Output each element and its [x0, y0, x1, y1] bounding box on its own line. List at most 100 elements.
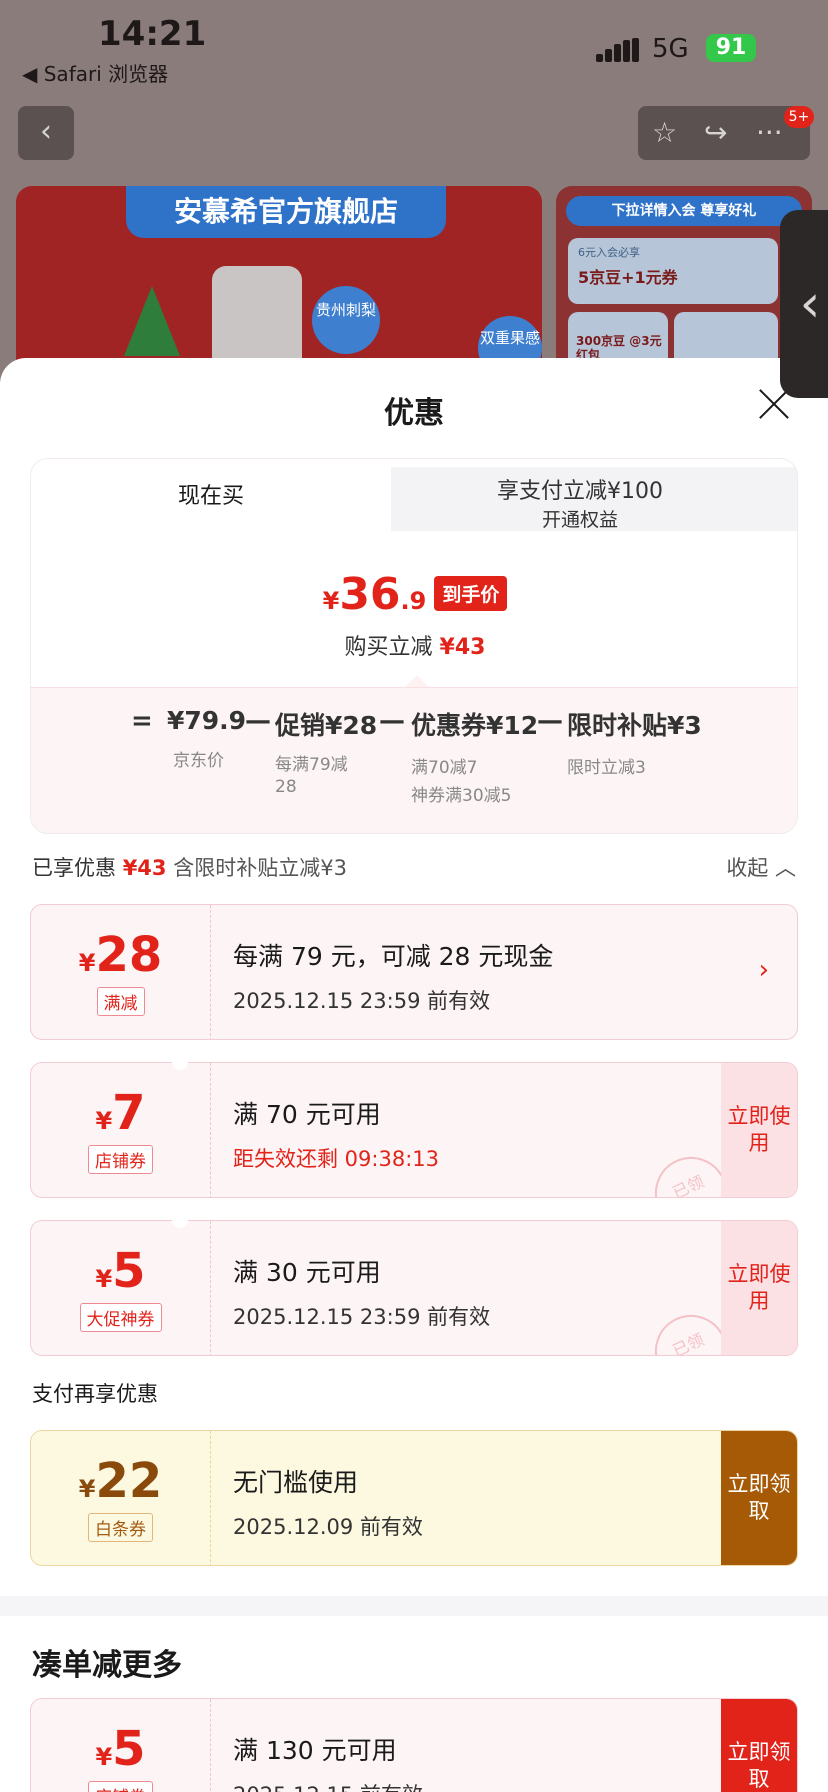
coupon-condition: 满 70 元可用	[233, 1100, 381, 1129]
coupon-info: 满 130 元可用 2025.12.15 前有效	[233, 1731, 423, 1792]
claim-now-button[interactable]: 立即领取	[721, 1431, 797, 1565]
coupon-validity: 2025.12.15 前有效	[233, 1779, 423, 1792]
coupon-amount-area: ¥7 店铺券	[31, 1063, 211, 1197]
flavor-tag: 贵州刺梨	[312, 286, 380, 354]
member-card: 6元入会必享 5京豆+1元券	[568, 238, 778, 304]
member-card-text: 5京豆+1元券	[578, 268, 678, 287]
price-breakdown: = ¥79.9 京东价 — 促销¥28 每满79减 28 — 优惠券¥12 满7…	[31, 687, 797, 833]
back-to-safari-link[interactable]: ◀ Safari 浏览器	[22, 58, 168, 87]
reduction-value: ¥43	[439, 635, 486, 660]
coupon-store[interactable]: ¥7 店铺券 满 70 元可用 距失效还剩 09:38:13 已领 立即使用	[30, 1062, 798, 1198]
tab-buy-now[interactable]: 现在买	[31, 459, 391, 531]
breakdown-sub: 京东价	[173, 751, 224, 771]
breakdown-sub-line: 每满79减	[275, 755, 348, 775]
coupon-notch	[172, 1054, 188, 1070]
breakdown-op: —	[379, 706, 405, 736]
coupon-kind: 白条券	[88, 1513, 153, 1542]
coupon-full-reduction[interactable]: ¥28 满减 每满 79 元，可减 28 元现金 2025.12.15 23:5…	[30, 904, 798, 1040]
coupon-kind: 店铺券	[88, 1145, 153, 1174]
coupon-amount-area: ¥5 店铺券	[31, 1699, 211, 1792]
breakdown-sub-line: 28	[275, 777, 297, 797]
breakdown-sub-line: 神券满30减5	[411, 786, 512, 806]
breakdown-item-coupon: 优惠券¥12 满70减7 神券满30减5	[411, 706, 538, 810]
side-handle-chevron-icon[interactable]: ‹	[780, 210, 828, 398]
discount-sheet: 优惠 享支付立减¥100 开通权益 现在买 ¥36.9 到手价 购买立减 ¥43 …	[0, 358, 828, 1792]
purchase-reduction: 购买立减 ¥43	[31, 629, 797, 661]
collapse-label: 收起	[726, 856, 769, 880]
final-price-tag: 到手价	[434, 576, 508, 611]
claim-now-button[interactable]: 立即领取	[721, 1699, 797, 1792]
coupon-amount-area: ¥22 白条券	[31, 1431, 211, 1565]
tab-pay-discount[interactable]: 享支付立减¥100 开通权益	[361, 467, 797, 531]
coupon-amount-area: ¥5 大促神券	[31, 1221, 211, 1355]
coupon-kind: 满减	[96, 987, 145, 1016]
breakdown-main: 限时补贴¥3	[567, 711, 702, 740]
store-title: 安慕希官方旗舰店	[126, 186, 446, 238]
coupon-info: 每满 79 元，可减 28 元现金 2025.12.15 23:59 前有效	[233, 937, 553, 1015]
use-now-button[interactable]: 立即使用	[721, 1221, 797, 1355]
coupon-countdown: 距失效还剩 09:38:13	[233, 1147, 439, 1171]
breakdown-op: =	[131, 706, 153, 736]
coupon-kind: 店铺券	[88, 1781, 153, 1792]
breakdown-sub-line: 满70减7	[411, 758, 478, 778]
breakdown-op: —	[537, 706, 563, 736]
coupon-condition: 无门槛使用	[233, 1468, 359, 1497]
share-icon[interactable]: ↪	[704, 116, 727, 149]
final-price-yen: ¥	[322, 587, 340, 615]
member-card-note: 6元入会必享	[578, 246, 640, 259]
pointer-triangle	[405, 675, 429, 687]
coupon-condition: 满 130 元可用	[233, 1736, 397, 1765]
breakdown-item-promotion: 促销¥28 每满79减 28	[275, 706, 377, 798]
network-type: 5G	[652, 34, 689, 64]
coupon-amount: 22	[95, 1453, 163, 1509]
coupon-store-more[interactable]: ¥5 店铺券 满 130 元可用 2025.12.15 前有效 立即领取	[30, 1698, 798, 1792]
chevron-right-icon[interactable]: ›	[759, 955, 769, 985]
coupon-validity: 2025.12.15 23:59 前有效	[233, 989, 491, 1013]
star-icon[interactable]: ☆	[652, 116, 677, 149]
breakdown-item-subsidy: 限时补贴¥3 限时立减3	[567, 706, 702, 782]
final-price-dec: .9	[400, 587, 427, 615]
tab-pay-line1: 享支付立减¥100	[497, 479, 663, 504]
collapse-button[interactable]: 收起 ︿	[726, 852, 796, 882]
back-button[interactable]: ‹	[18, 106, 74, 160]
coupon-kind: 大促神券	[79, 1303, 162, 1332]
pay-section-title: 支付再享优惠	[32, 1382, 158, 1406]
coupon-notch	[172, 1212, 188, 1228]
signal-icon	[596, 38, 640, 62]
status-bar: 14:21 ◀ Safari 浏览器 5G 91	[0, 0, 828, 100]
coupon-condition: 满 30 元可用	[233, 1258, 381, 1287]
more-section-title: 凑单减更多	[32, 1648, 182, 1683]
breakdown-sub: 每满79减 28	[275, 754, 377, 798]
breakdown-op: —	[245, 706, 271, 736]
enjoyed-label: 已享优惠	[32, 856, 116, 880]
coupon-baitiao[interactable]: ¥22 白条券 无门槛使用 2025.12.09 前有效 立即领取	[30, 1430, 798, 1566]
more-icon[interactable]: ···	[756, 116, 783, 149]
coupon-amount-area: ¥28 满减	[31, 905, 211, 1039]
breakdown-item-list-price: ¥79.9 京东价	[167, 706, 246, 775]
enjoyed-value: ¥43	[122, 856, 167, 880]
breakdown-main: 促销¥28	[275, 711, 378, 740]
breakdown-sub: 限时立减3	[567, 758, 646, 778]
battery-icon: 91	[706, 34, 756, 62]
coupon-info: 满 30 元可用 2025.12.15 23:59 前有效	[233, 1253, 490, 1331]
coupon-info: 满 70 元可用 距失效还剩 09:38:13	[233, 1095, 439, 1173]
coupon-yen: ¥	[78, 949, 96, 977]
coupon-info: 无门槛使用 2025.12.09 前有效	[233, 1463, 423, 1541]
member-banner-header: 下拉详情入会 尊享好礼	[566, 196, 802, 226]
enjoyed-note: 含限时补贴立减¥3	[173, 856, 347, 880]
sheet-title: 优惠	[384, 396, 444, 431]
final-price: ¥36.9 到手价	[31, 569, 797, 620]
coupon-amount: 5	[112, 1243, 146, 1299]
coupon-condition: 每满 79 元，可减 28 元现金	[233, 942, 554, 971]
breakdown-sub: 满70减7 神券满30减5	[411, 754, 538, 810]
breakdown-main: ¥79.9	[167, 706, 247, 735]
final-price-int: 36	[339, 569, 401, 620]
watermark-text: change	[344, 848, 448, 881]
use-now-button[interactable]: 立即使用	[721, 1063, 797, 1197]
chevron-up-icon: ︿	[775, 856, 796, 880]
coupon-promo[interactable]: ¥5 大促神券 满 30 元可用 2025.12.15 23:59 前有效 已领…	[30, 1220, 798, 1356]
tree-icon	[124, 286, 180, 356]
coupon-yen: ¥	[95, 1265, 113, 1293]
coupon-amount: 7	[112, 1085, 146, 1141]
tab-pay-line2: 开通权益	[541, 509, 618, 531]
